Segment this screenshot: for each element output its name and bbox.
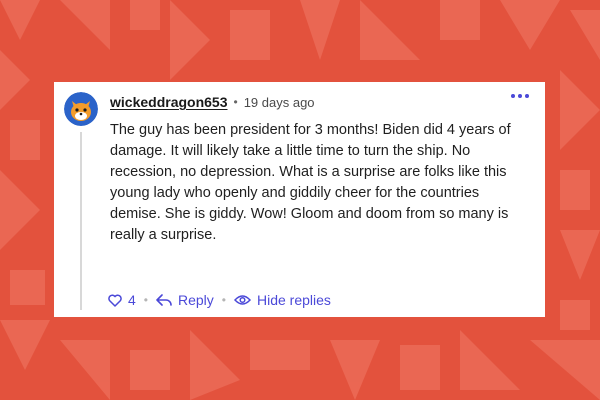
action-separator: •	[221, 293, 226, 307]
reply-arrow-icon	[156, 293, 172, 307]
thread-line[interactable]	[80, 132, 82, 310]
eye-icon	[234, 294, 251, 306]
hide-replies-button[interactable]: Hide replies	[234, 292, 331, 308]
reply-button[interactable]: Reply	[156, 292, 214, 308]
username-link[interactable]: wickeddragon653	[110, 94, 228, 110]
comment-header: wickeddragon653 • 19 days ago	[110, 92, 315, 112]
like-count: 4	[128, 292, 136, 308]
meta-separator: •	[233, 95, 238, 109]
reply-label: Reply	[178, 292, 214, 308]
hide-replies-label: Hide replies	[257, 292, 331, 308]
comment-body: The guy has been president for 3 months!…	[110, 122, 511, 243]
more-options-icon[interactable]	[511, 94, 529, 98]
action-separator: •	[143, 293, 148, 307]
comment-actions: 4 • Reply • Hide replies	[108, 290, 331, 310]
comment-card: wickeddragon653 • 19 days ago The guy ha…	[54, 82, 545, 317]
fox-avatar-icon[interactable]	[64, 92, 98, 126]
heart-icon	[108, 294, 122, 307]
comment-timestamp: 19 days ago	[243, 94, 315, 110]
like-button[interactable]: 4	[108, 292, 136, 308]
